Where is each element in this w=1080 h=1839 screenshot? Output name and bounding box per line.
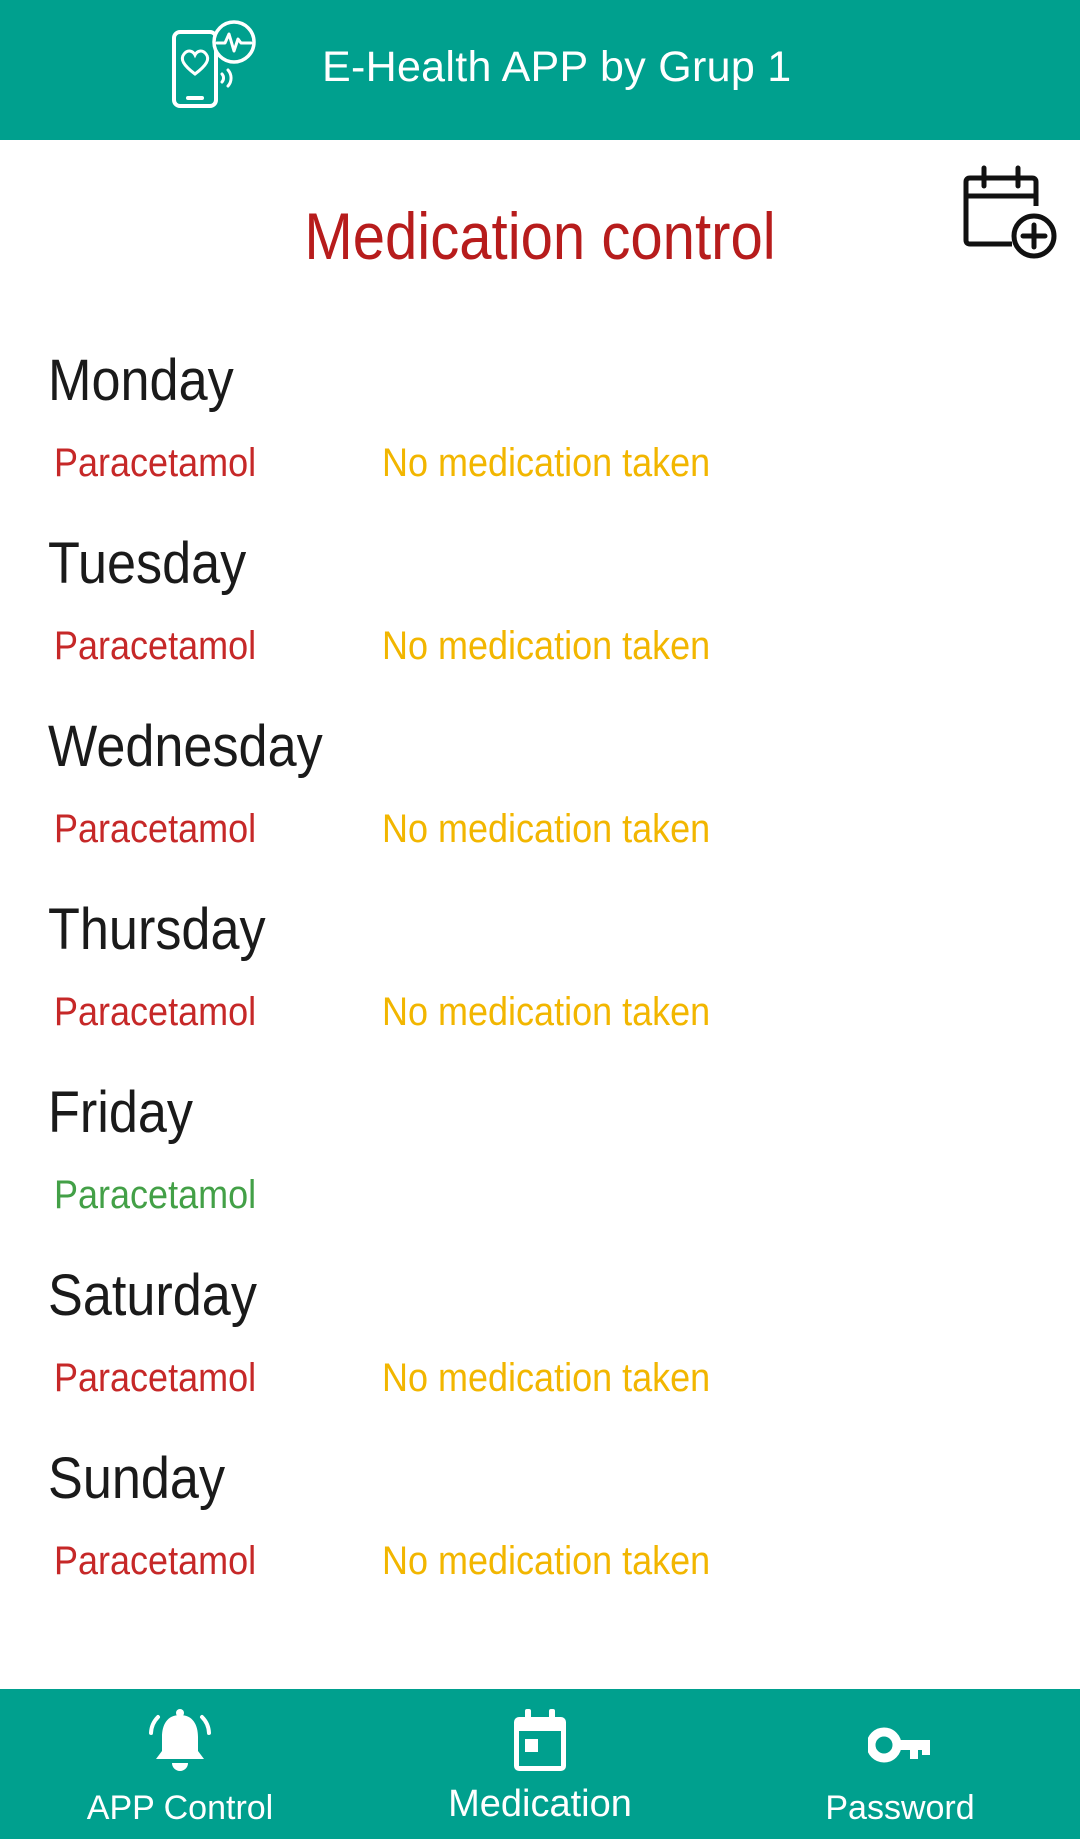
medication-name: Paracetamol	[54, 1173, 257, 1217]
add-schedule-button[interactable]	[962, 164, 1058, 260]
day-row-thursday: Thursday Paracetamol No medication taken	[0, 895, 1080, 1078]
medication-name: Paracetamol	[54, 990, 257, 1034]
day-row-saturday: Saturday Paracetamol No medication taken	[0, 1261, 1080, 1444]
medication-name: Paracetamol	[54, 1539, 257, 1583]
nav-app-control[interactable]: APP Control	[0, 1689, 360, 1839]
nav-label: APP Control	[86, 1789, 274, 1827]
day-name: Monday	[48, 348, 234, 413]
day-name: Tuesday	[48, 531, 247, 596]
medication-status: No medication taken	[382, 990, 711, 1034]
nav-medication[interactable]: Medication	[360, 1689, 720, 1839]
medication-name: Paracetamol	[54, 1356, 257, 1400]
calendar-add-icon	[963, 165, 1057, 259]
day-name: Saturday	[48, 1263, 257, 1328]
day-name: Thursday	[48, 897, 266, 962]
bell-ringing-icon	[149, 1709, 211, 1771]
key-icon	[868, 1727, 930, 1763]
nav-label: Password	[825, 1789, 975, 1827]
medication-status: No medication taken	[382, 1356, 711, 1400]
calendar-day-icon	[514, 1709, 566, 1771]
page-title: Medication control	[304, 199, 776, 273]
day-name: Friday	[48, 1080, 194, 1145]
medication-name: Paracetamol	[54, 807, 257, 851]
medication-name: Paracetamol	[54, 441, 257, 485]
day-row-wednesday: Wednesday Paracetamol No medication take…	[0, 712, 1080, 895]
app-bar: E-Health APP by Grup 1	[0, 0, 1080, 140]
nav-label: Medication	[448, 1783, 632, 1825]
medication-name: Paracetamol	[54, 624, 257, 668]
medication-day-list: Monday Paracetamol No medication taken T…	[0, 346, 1080, 1627]
day-row-monday: Monday Paracetamol No medication taken	[0, 346, 1080, 529]
medication-status: No medication taken	[382, 624, 711, 668]
day-row-sunday: Sunday Paracetamol No medication taken	[0, 1444, 1080, 1627]
nav-password[interactable]: Password	[720, 1689, 1080, 1839]
day-row-tuesday: Tuesday Paracetamol No medication taken	[0, 529, 1080, 712]
app-title: E-Health APP by Grup 1	[322, 43, 792, 91]
day-row-friday: Friday Paracetamol	[0, 1078, 1080, 1261]
phone-heart-pulse-icon	[172, 20, 256, 108]
medication-status: No medication taken	[382, 1539, 711, 1583]
medication-status: No medication taken	[382, 807, 711, 851]
medication-status: No medication taken	[382, 441, 711, 485]
bottom-navigation: APP Control Medication Password	[0, 1689, 1080, 1839]
day-name: Wednesday	[48, 714, 323, 779]
day-name: Sunday	[48, 1446, 226, 1511]
